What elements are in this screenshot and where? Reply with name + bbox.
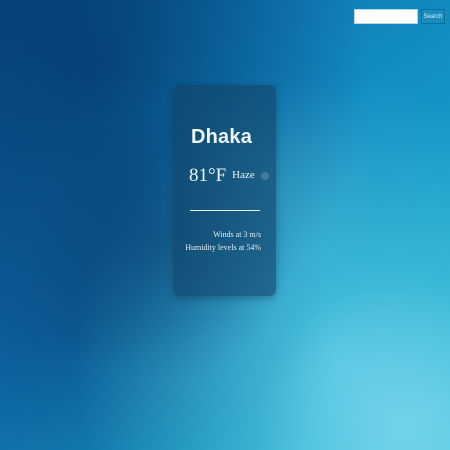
search-bar: Search bbox=[354, 9, 445, 24]
humidity-text: Humidity levels at 54% bbox=[185, 243, 261, 252]
search-input[interactable] bbox=[354, 9, 418, 24]
temperature-row: 81°F Haze bbox=[189, 166, 269, 185]
weather-condition: Haze bbox=[232, 169, 255, 181]
haze-icon bbox=[260, 171, 269, 180]
weather-card: Dhaka 81°F Haze Winds at 3 m/s Humidity … bbox=[174, 85, 276, 296]
weather-details: Winds at 3 m/s Humidity levels at 54% bbox=[185, 228, 261, 254]
wind-text: Winds at 3 m/s bbox=[213, 230, 261, 239]
temperature: 81°F bbox=[189, 165, 227, 186]
search-button[interactable]: Search bbox=[421, 9, 445, 24]
city-name: Dhaka bbox=[191, 126, 253, 148]
divider bbox=[190, 210, 260, 211]
